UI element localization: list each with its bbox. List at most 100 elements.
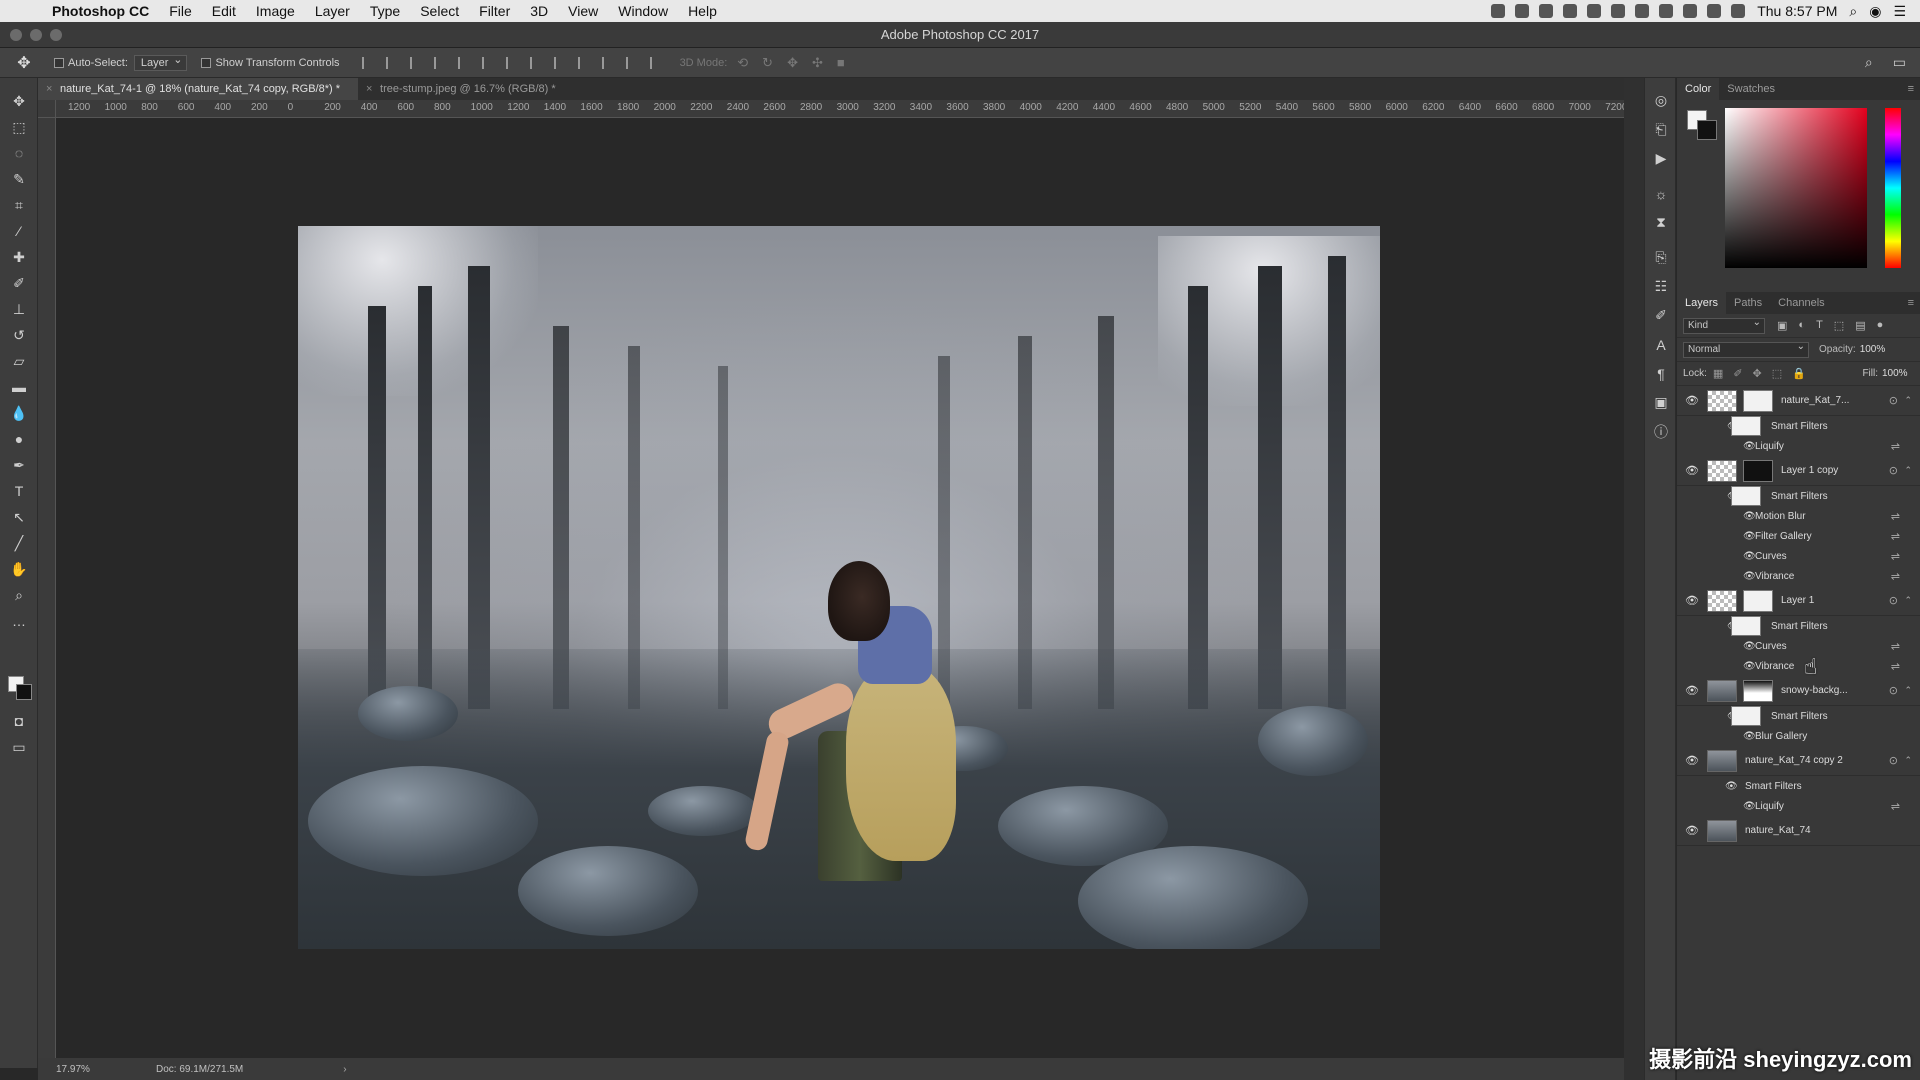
opacity-field[interactable]: 100%	[1860, 344, 1892, 355]
vertical-ruler[interactable]	[38, 118, 56, 1058]
visibility-eye-icon[interactable]: 👁	[1743, 661, 1756, 672]
tray-app-icon[interactable]	[1491, 4, 1506, 18]
filter-blending-options-icon[interactable]: ⇌	[1891, 800, 1900, 813]
tray-app-icon[interactable]	[1539, 4, 1554, 18]
document-image[interactable]	[298, 226, 1380, 949]
menu-type[interactable]: Type	[360, 0, 410, 22]
tab-color[interactable]: Color	[1677, 78, 1720, 100]
status-menu-arrow-icon[interactable]: ›	[343, 1064, 346, 1075]
layer-name[interactable]: snowy-backg...	[1781, 685, 1848, 696]
distribute-right-icon[interactable]	[625, 56, 636, 69]
crop-tool-icon[interactable]: ⌗	[0, 192, 38, 218]
minimize-window-button[interactable]	[30, 29, 42, 41]
clone-stamp-tool-icon[interactable]: ⊥	[0, 296, 38, 322]
panel-menu-icon[interactable]: ≡	[1902, 78, 1920, 100]
filter-blending-options-icon[interactable]: ⇌	[1891, 660, 1900, 673]
foreground-background-swatches[interactable]	[8, 676, 34, 702]
distribute-top-icon[interactable]	[505, 56, 516, 69]
align-bottom-edges-icon[interactable]	[409, 56, 420, 69]
filter-row[interactable]: 👁 Curves ⇌	[1677, 636, 1920, 656]
visibility-eye-icon[interactable]: 👁	[1685, 394, 1699, 407]
collapse-caret-icon[interactable]: ⌃	[1904, 595, 1912, 606]
notification-center-icon[interactable]: ☰	[1893, 3, 1906, 20]
menu-3d[interactable]: 3D	[520, 0, 558, 22]
tab-nature-kat-74-1[interactable]: × nature_Kat_74-1 @ 18% (nature_Kat_74 c…	[38, 78, 359, 100]
filter-blending-options-icon[interactable]: ⇌	[1891, 550, 1900, 563]
brush-settings-icon[interactable]: ✐	[1645, 301, 1677, 330]
zoom-level[interactable]: 17.97%	[38, 1064, 116, 1075]
visibility-eye-icon[interactable]: 👁	[1685, 754, 1699, 767]
smart-filter-mask-thumbnail[interactable]	[1731, 486, 1761, 506]
tray-app-icon[interactable]	[1587, 4, 1602, 18]
layer-row[interactable]: 👁 nature_Kat_7... ⊙ ⌃	[1677, 386, 1920, 416]
align-left-edges-icon[interactable]	[433, 56, 444, 69]
menu-window[interactable]: Window	[608, 0, 678, 22]
lock-position-icon[interactable]: ✥	[1753, 367, 1762, 380]
smart-filter-mask-thumbnail[interactable]	[1731, 706, 1761, 726]
visibility-eye-icon[interactable]: 👁	[1725, 781, 1738, 792]
filter-adjustment-icon[interactable]: ◐	[1798, 319, 1805, 332]
filter-row[interactable]: 👁 Liquify ⇌	[1677, 436, 1920, 456]
dodge-tool-icon[interactable]: ●	[0, 426, 38, 452]
close-tab-icon[interactable]: ×	[366, 78, 372, 100]
auto-align-layers-icon[interactable]	[649, 56, 660, 69]
filter-blending-options-icon[interactable]: ⇌	[1891, 510, 1900, 523]
3d-scale-icon[interactable]: ■	[837, 55, 845, 71]
3d-roll-icon[interactable]: ↻	[762, 55, 773, 71]
dropbox-icon[interactable]	[1515, 4, 1530, 18]
layer-name[interactable]: Layer 1 copy	[1781, 465, 1838, 476]
filter-type-icon[interactable]: T	[1816, 319, 1823, 332]
layer-mask-thumbnail[interactable]	[1743, 389, 1773, 412]
volume-icon[interactable]	[1707, 4, 1722, 18]
background-color-swatch[interactable]	[1697, 120, 1717, 140]
hand-tool-icon[interactable]: ✋	[0, 556, 38, 582]
blend-mode-dropdown[interactable]: Normal	[1683, 340, 1809, 358]
filter-blending-options-icon[interactable]: ⇌	[1891, 440, 1900, 453]
type-tool-icon[interactable]: T	[0, 478, 38, 504]
move-tool-icon[interactable]: ✥	[0, 88, 38, 114]
layer-row[interactable]: 👁 Layer 1 copy ⊙ ⌃	[1677, 456, 1920, 486]
tray-app-icon[interactable]	[1611, 4, 1626, 18]
lock-image-pixels-icon[interactable]: ✐	[1733, 367, 1742, 380]
move-tool-preset-icon[interactable]: ✥	[0, 53, 48, 73]
canvas-area[interactable]	[56, 118, 1624, 1058]
lock-artboard-icon[interactable]: ⬚	[1772, 367, 1782, 380]
show-transform-controls-checkbox[interactable]	[201, 57, 212, 68]
visibility-eye-icon[interactable]: 👁	[1685, 594, 1699, 607]
quick-selection-tool-icon[interactable]: ✎	[0, 166, 38, 192]
distribute-left-icon[interactable]	[577, 56, 588, 69]
properties-icon[interactable]: ☷	[1645, 272, 1677, 301]
menu-image[interactable]: Image	[246, 0, 305, 22]
close-tab-icon[interactable]: ×	[46, 78, 52, 100]
line-tool-icon[interactable]: ╱	[0, 530, 38, 556]
glyphs-icon[interactable]: ▣	[1645, 388, 1677, 417]
filter-toggle-icon[interactable]: ●	[1877, 319, 1884, 332]
eraser-tool-icon[interactable]: ▱	[0, 348, 38, 374]
character-icon[interactable]: A	[1645, 330, 1677, 359]
spotlight-icon[interactable]: ⌕	[1849, 3, 1857, 20]
lasso-tool-icon[interactable]: ◌	[0, 140, 38, 166]
blur-tool-icon[interactable]: 💧	[0, 400, 38, 426]
layer-mask-thumbnail[interactable]	[1743, 589, 1773, 612]
filter-row[interactable]: 👁 Motion Blur ⇌	[1677, 506, 1920, 526]
clone-source-icon[interactable]: ⎘	[1645, 243, 1677, 272]
filter-kind-dropdown[interactable]: Kind	[1683, 316, 1765, 334]
quick-mask-icon[interactable]: ◘	[0, 708, 38, 734]
zoom-tool-icon[interactable]: ⌕	[0, 582, 38, 608]
tab-swatches[interactable]: Swatches	[1719, 78, 1783, 100]
background-color-swatch[interactable]	[16, 684, 32, 700]
screen-mode-icon[interactable]: ▭	[0, 734, 38, 760]
tab-layers[interactable]: Layers	[1677, 292, 1727, 314]
smart-filter-mask-thumbnail[interactable]	[1731, 416, 1761, 436]
pen-tool-icon[interactable]: ✒	[0, 452, 38, 478]
smart-filter-mask-thumbnail[interactable]	[1731, 616, 1761, 636]
filter-row[interactable]: 👁 Vibrance ⇌	[1677, 566, 1920, 586]
layer-name[interactable]: nature_Kat_74 copy 2	[1745, 755, 1843, 766]
history-brush-tool-icon[interactable]: ↺	[0, 322, 38, 348]
filter-row[interactable]: 👁 Blur Gallery	[1677, 726, 1920, 746]
collapse-caret-icon[interactable]: ⌃	[1904, 465, 1912, 476]
filter-row[interactable]: 👁 Vibrance ⇌	[1677, 656, 1920, 676]
filter-pixel-icon[interactable]: ▣	[1777, 319, 1787, 332]
filter-blending-options-icon[interactable]: ⇌	[1891, 570, 1900, 583]
align-horizontal-centers-icon[interactable]	[457, 56, 468, 69]
